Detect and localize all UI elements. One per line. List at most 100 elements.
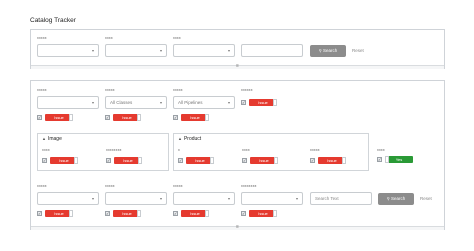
group-title-text: Product (183, 136, 202, 142)
filter-text-input[interactable] (241, 44, 303, 57)
issue-toggle[interactable]: Issue (50, 157, 78, 164)
checkbox[interactable]: ✓ (173, 115, 178, 120)
filter-label: xxxx (173, 36, 181, 40)
field-select[interactable]: ▾ (241, 192, 303, 205)
search-button[interactable]: ⚲ Search (378, 193, 414, 205)
chevron-down-icon: ▾ (91, 196, 94, 201)
checkbox[interactable]: ✓ (37, 115, 42, 120)
search-button[interactable]: ⚲ Search (310, 45, 346, 57)
toggle-knob (137, 114, 141, 121)
field-select[interactable]: ▾ (37, 192, 99, 205)
checkbox[interactable]: ✓ (173, 211, 178, 216)
checkbox[interactable]: ✓ (105, 115, 110, 120)
checkbox[interactable]: ✓ (37, 211, 42, 216)
page-title: Catalog Tracker (30, 17, 76, 24)
checkbox[interactable]: ✓ (105, 211, 110, 216)
chevron-collapse-icon: ≡ (236, 63, 239, 69)
issue-toggle[interactable]: Issue (186, 157, 214, 164)
toggle-label: Issue (190, 211, 200, 216)
issue-toggle[interactable]: Issue (45, 114, 73, 121)
field-label: xxxxxx (241, 88, 253, 92)
toggle-label: Issue (123, 158, 133, 163)
reset-button[interactable]: Reset (352, 48, 364, 53)
chevron-down-icon: ▾ (159, 100, 162, 105)
group-title-text: Image (47, 136, 62, 142)
toggle-label: Issue (195, 158, 205, 163)
toggle-knob (205, 114, 209, 121)
filter-select[interactable]: ▾ (173, 44, 235, 57)
issue-toggle[interactable]: Issue (181, 210, 209, 217)
collapse-bar[interactable]: ≡ (31, 224, 444, 230)
triangle-icon: ▲ (178, 136, 182, 141)
toggle-label: Issue (258, 211, 268, 216)
filter-select[interactable]: ▾ (105, 44, 167, 57)
checkbox[interactable]: ✓ (106, 158, 111, 163)
checkbox[interactable]: ✓ (242, 158, 247, 163)
chevron-down-icon: ▾ (227, 196, 230, 201)
filter-label: xxxx (105, 36, 113, 40)
field-label: xxxx (242, 148, 250, 152)
field-select[interactable]: ▾ (173, 192, 235, 205)
field-select[interactable]: ▾ (37, 96, 99, 109)
toggle-label: Issue (54, 211, 64, 216)
toggle-knob (69, 114, 73, 121)
issue-toggle[interactable]: Issue (113, 114, 141, 121)
checkbox[interactable]: ✓ (241, 100, 246, 105)
field-label: xxxxx (105, 184, 115, 188)
checkbox[interactable]: ✓ (42, 158, 47, 163)
group-product: ▲ Product x xxxx xxxxx ✓ Issue ✓ Issue ✓ … (173, 133, 369, 171)
checkbox[interactable]: ✓ (178, 158, 183, 163)
filter-select[interactable]: ▾ (37, 44, 99, 57)
issue-toggle[interactable]: Issue (181, 114, 209, 121)
main-panel: xxxxx ▾ xxxxx All Classes ▾ xxxxx All Pi… (30, 80, 445, 230)
issue-toggle[interactable]: Issue (249, 99, 277, 106)
field-select[interactable]: ▾ (105, 192, 167, 205)
class-select-value: All Classes (110, 100, 133, 105)
toggle-knob (74, 157, 78, 164)
toggle-label: Issue (59, 158, 69, 163)
chevron-down-icon: ▾ (91, 100, 94, 105)
class-select[interactable]: All Classes ▾ (105, 96, 167, 109)
toggle-label: Yes (395, 157, 403, 162)
chevron-down-icon: ▾ (227, 100, 230, 105)
toggle-label: Issue (259, 158, 269, 163)
toggle-label: Issue (190, 115, 200, 120)
search-text-input[interactable]: Search Text (310, 192, 372, 205)
triangle-icon: ▲ (42, 136, 46, 141)
field-label: x (178, 148, 180, 152)
toggle-knob (273, 210, 277, 217)
checkbox[interactable]: ✓ (241, 211, 246, 216)
checkbox[interactable]: ✓ (310, 158, 315, 163)
field-label: xxxxx (105, 88, 115, 92)
issue-toggle[interactable]: Issue (249, 210, 277, 217)
reset-button[interactable]: Reset (420, 196, 432, 201)
chevron-down-icon: ▾ (227, 48, 230, 53)
field-label: xxxxx (173, 88, 183, 92)
collapse-bar[interactable]: ≡ (31, 63, 444, 69)
field-label: xxxx (42, 148, 50, 152)
issue-toggle[interactable]: Issue (250, 157, 278, 164)
search-icon: ⚲ (386, 196, 390, 201)
toggle-knob (137, 210, 141, 217)
issue-toggle[interactable]: Issue (318, 157, 346, 164)
toggle-label: Issue (258, 100, 268, 105)
issue-toggle[interactable]: Issue (113, 210, 141, 217)
yes-toggle[interactable]: Yes (385, 156, 413, 163)
field-label: xxxx (377, 148, 385, 152)
toggle-label: Issue (122, 115, 132, 120)
toggle-label: Issue (122, 211, 132, 216)
toggle-knob (138, 157, 142, 164)
top-filter-panel: xxxxx ▾ xxxx ▾ xxxx ▾ ⚲ Search Reset ≡ (30, 29, 445, 69)
checkbox[interactable]: ✓ (377, 157, 382, 162)
chevron-down-icon: ▾ (295, 196, 298, 201)
field-label: xxxxxxxx (241, 184, 257, 188)
field-label: xxxxx (173, 184, 183, 188)
issue-toggle[interactable]: Issue (114, 157, 142, 164)
issue-toggle[interactable]: Issue (45, 210, 73, 217)
toggle-knob (385, 156, 389, 163)
pipeline-select[interactable]: All Pipelines ▾ (173, 96, 235, 109)
field-label: xxxxx (310, 148, 320, 152)
group-title: ▲ Image (42, 136, 62, 142)
toggle-knob (273, 99, 277, 106)
toggle-knob (342, 157, 346, 164)
